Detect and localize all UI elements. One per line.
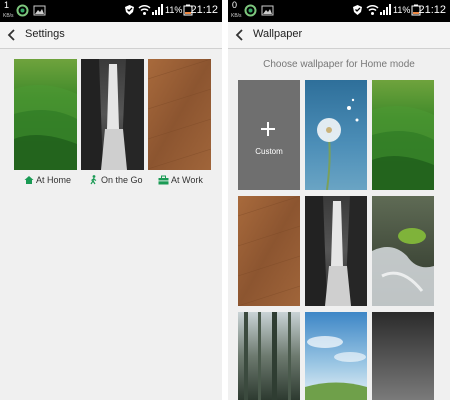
wallpaper-sky[interactable] xyxy=(305,312,367,400)
mode-at-work[interactable]: At Work xyxy=(158,175,203,185)
clock: 21:12 xyxy=(190,4,218,16)
notification-count: 1 xyxy=(4,0,10,10)
signal-icon xyxy=(380,4,392,19)
settings-header: Settings xyxy=(0,22,222,49)
mode-label: At Work xyxy=(171,175,203,185)
back-arrow-icon[interactable] xyxy=(7,28,16,41)
wallpaper-waterfall[interactable] xyxy=(305,196,367,306)
mode-label: On the Go xyxy=(101,175,143,185)
image-notification-icon xyxy=(33,4,46,20)
go-wallpaper-thumbnail[interactable] xyxy=(81,59,144,170)
circle-app-icon xyxy=(16,4,29,20)
home-wallpaper-thumbnail[interactable] xyxy=(14,59,77,170)
mode-label: At Home xyxy=(36,175,72,185)
image-notification-icon xyxy=(261,4,274,20)
shield-icon xyxy=(352,4,363,19)
wallpaper-header: Wallpaper xyxy=(228,22,450,49)
wallpaper-forest[interactable] xyxy=(238,312,300,400)
battery-percentage: 11% xyxy=(165,5,183,15)
custom-wallpaper-button[interactable]: Custom xyxy=(238,80,300,190)
wallpaper-instructions: Choose wallpaper for Home mode xyxy=(263,59,415,70)
work-wallpaper-thumbnail[interactable] xyxy=(148,59,211,170)
signal-icon xyxy=(152,4,164,19)
status-bar: 0 KB/s 11% 21:12 xyxy=(228,0,450,22)
battery-percentage: 11% xyxy=(393,5,411,15)
page-title: Wallpaper xyxy=(253,28,303,40)
mode-at-home[interactable]: At Home xyxy=(24,175,71,185)
network-speed-unit: KB/s xyxy=(231,13,242,19)
custom-label: Custom xyxy=(255,147,283,156)
wallpaper-green-hills[interactable] xyxy=(372,80,434,190)
home-icon xyxy=(24,176,34,184)
shield-icon xyxy=(124,4,135,19)
settings-screen: 1 KB/s 11% 21:12 Settings At Home On the… xyxy=(0,0,222,400)
status-bar: 1 KB/s 11% 21:12 xyxy=(0,0,222,22)
wifi-icon xyxy=(138,4,151,19)
wallpaper-wood[interactable] xyxy=(238,196,300,306)
back-arrow-icon[interactable] xyxy=(235,28,244,41)
clock: 21:12 xyxy=(418,4,446,16)
mode-on-the-go[interactable]: On the Go xyxy=(89,175,143,185)
plus-icon xyxy=(261,122,275,136)
page-title: Settings xyxy=(25,28,65,40)
wallpaper-dark-gradient[interactable] xyxy=(372,312,434,400)
walking-person-icon xyxy=(90,175,97,185)
briefcase-icon xyxy=(158,175,169,185)
wifi-icon xyxy=(366,4,379,19)
notification-count: 0 xyxy=(232,0,238,10)
wallpaper-dandelion[interactable] xyxy=(305,80,367,190)
wallpaper-stream[interactable] xyxy=(372,196,434,306)
circle-app-icon xyxy=(244,4,257,20)
wallpaper-screen: 0 KB/s 11% 21:12 Wallpaper Choose wallpa… xyxy=(228,0,450,400)
network-speed-unit: KB/s xyxy=(3,13,14,19)
